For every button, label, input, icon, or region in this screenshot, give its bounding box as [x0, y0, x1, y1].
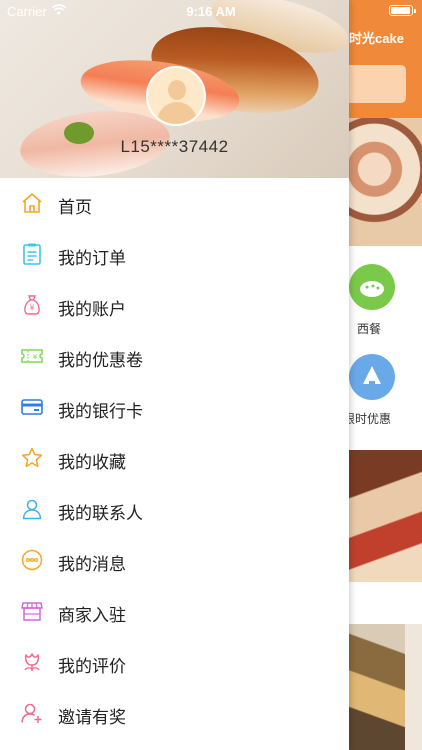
flower-icon — [24, 653, 40, 671]
ticket-icon: ¥ — [21, 349, 43, 363]
background-food-image-2[interactable] — [405, 624, 422, 750]
menu-label-contacts: 我的联系人 — [58, 504, 143, 523]
avatar[interactable] — [146, 66, 206, 126]
background-food-image[interactable] — [349, 624, 405, 750]
side-drawer: L15****37442 首页 我的订单 ¥ 我的账户 ¥ 我的优惠卷 我的银行… — [0, 0, 349, 750]
svg-text:¥: ¥ — [29, 304, 34, 313]
menu-item-reviews[interactable]: 我的评价 — [0, 637, 349, 688]
drawer-header: L15****37442 — [0, 0, 349, 178]
menu-label-orders: 我的订单 — [58, 249, 126, 268]
menu-label-merchant: 商家入驻 — [58, 606, 126, 625]
western-food-icon[interactable] — [349, 264, 395, 310]
status-time: 9:16 AM — [186, 4, 236, 19]
menu-label-account: 我的账户 — [58, 300, 126, 319]
contact-icon — [22, 499, 42, 520]
star-icon — [21, 447, 43, 468]
background-title: 时光cake — [349, 31, 404, 46]
menu-item-coupons[interactable]: ¥ 我的优惠卷 — [0, 331, 349, 382]
menu-item-merchant[interactable]: 商家入驻 — [0, 586, 349, 637]
invite-user-icon — [21, 703, 42, 723]
menu-item-bank-card[interactable]: 我的银行卡 — [0, 382, 349, 433]
limited-offer-icon[interactable] — [349, 354, 395, 400]
menu-item-home[interactable]: 首页 — [0, 178, 349, 229]
username[interactable]: L15****37442 — [0, 137, 349, 157]
menu-label-home: 首页 — [58, 198, 92, 217]
message-icon — [21, 549, 43, 571]
menu-item-account[interactable]: ¥ 我的账户 — [0, 280, 349, 331]
battery-icon — [389, 5, 416, 16]
menu-label-favorites: 我的收藏 — [58, 453, 126, 472]
menu-item-favorites[interactable]: 我的收藏 — [0, 433, 349, 484]
menu-label-messages: 我的消息 — [58, 555, 126, 574]
category-label-western: 西餐 — [357, 322, 382, 336]
bank-card-icon — [21, 399, 43, 415]
status-bar: Carrier 9:16 AM — [0, 0, 422, 22]
background-promo-image[interactable] — [349, 450, 422, 582]
menu-item-messages[interactable]: 我的消息 — [0, 535, 349, 586]
menu-label-invite: 邀请有奖 — [58, 708, 126, 727]
menu-item-orders[interactable]: 我的订单 — [0, 229, 349, 280]
shop-icon — [21, 602, 43, 621]
home-icon — [22, 193, 42, 213]
category-label-limited: 限时优惠 — [343, 412, 392, 426]
order-list-icon — [23, 243, 41, 265]
svg-text:¥: ¥ — [33, 353, 38, 361]
drawer-menu: 首页 我的订单 ¥ 我的账户 ¥ 我的优惠卷 我的银行卡 我的收藏 我的联系人 … — [0, 178, 349, 739]
background-section-divider — [349, 582, 422, 624]
background-banner-image[interactable] — [349, 118, 422, 246]
menu-label-coupons: 我的优惠卷 — [58, 351, 143, 370]
background-search-bar[interactable] — [349, 65, 406, 103]
money-bag-icon: ¥ — [24, 295, 40, 315]
menu-label-bank-card: 我的银行卡 — [58, 402, 143, 421]
menu-item-invite[interactable]: 邀请有奖 — [0, 688, 349, 739]
menu-item-contacts[interactable]: 我的联系人 — [0, 484, 349, 535]
background-category-grid: 西餐 限时优惠 — [343, 246, 422, 450]
avatar-head — [168, 80, 186, 100]
avatar-body — [157, 102, 197, 124]
menu-label-reviews: 我的评价 — [58, 657, 126, 676]
